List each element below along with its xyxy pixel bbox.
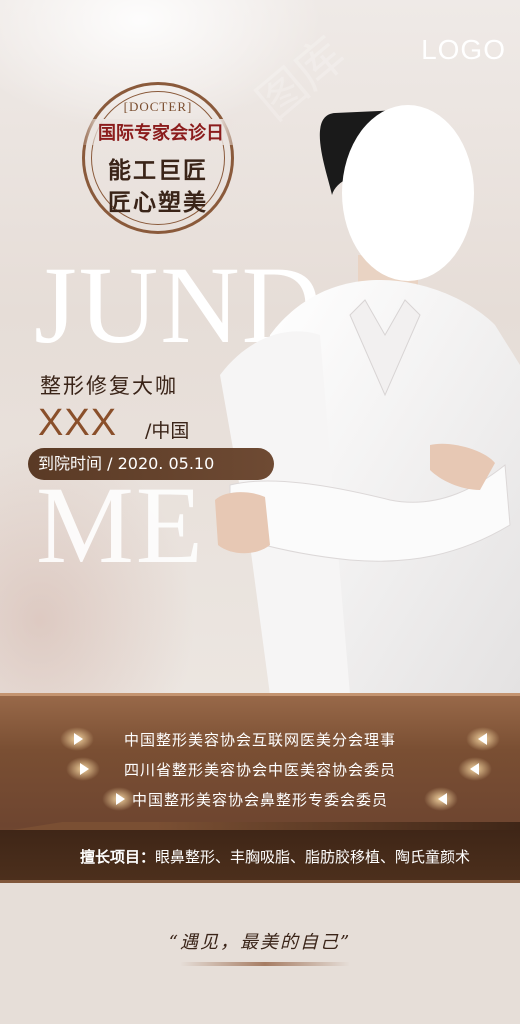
- role-item: 四川省整形美容协会中医美容协会委员: [123, 761, 396, 779]
- visit-date-pill: 到院时间 / 2020. 05.10: [28, 448, 274, 480]
- band-divider: [0, 693, 520, 696]
- role-item: 中国整形美容协会互联网医美分会理事: [123, 731, 396, 749]
- triangle-left-icon: [438, 793, 447, 805]
- doctor-name: XXX: [38, 402, 118, 444]
- doctor-country: /中国: [145, 420, 190, 442]
- skills-text: 眼鼻整形、丰胸吸脂、脂肪胶移植、陶氏童颜术: [155, 848, 471, 866]
- hero-section: 图库 图库 LOGO JUND ME [DOCTER] 国际专家会诊日 能工巨匠…: [0, 0, 520, 695]
- slogan-underline: [180, 962, 350, 966]
- triangle-left-icon: [478, 733, 487, 745]
- background-word: ME: [36, 464, 205, 586]
- doctor-subtitle: 整形修复大咖: [40, 374, 178, 398]
- visit-date: / 2020. 05.10: [107, 454, 215, 473]
- skills-label: 擅长项目：: [80, 848, 156, 866]
- skills-line: 擅长项目：眼鼻整形、丰胸吸脂、脂肪胶移植、陶氏童颜术: [80, 846, 470, 867]
- slogan: “遇见，最美的自己”: [168, 932, 352, 953]
- logo: LOGO: [421, 34, 506, 65]
- doctor-photo: [215, 105, 520, 695]
- face-placeholder: [342, 105, 474, 281]
- triangle-left-icon: [470, 763, 479, 775]
- visit-label: 到院时间: [38, 454, 103, 473]
